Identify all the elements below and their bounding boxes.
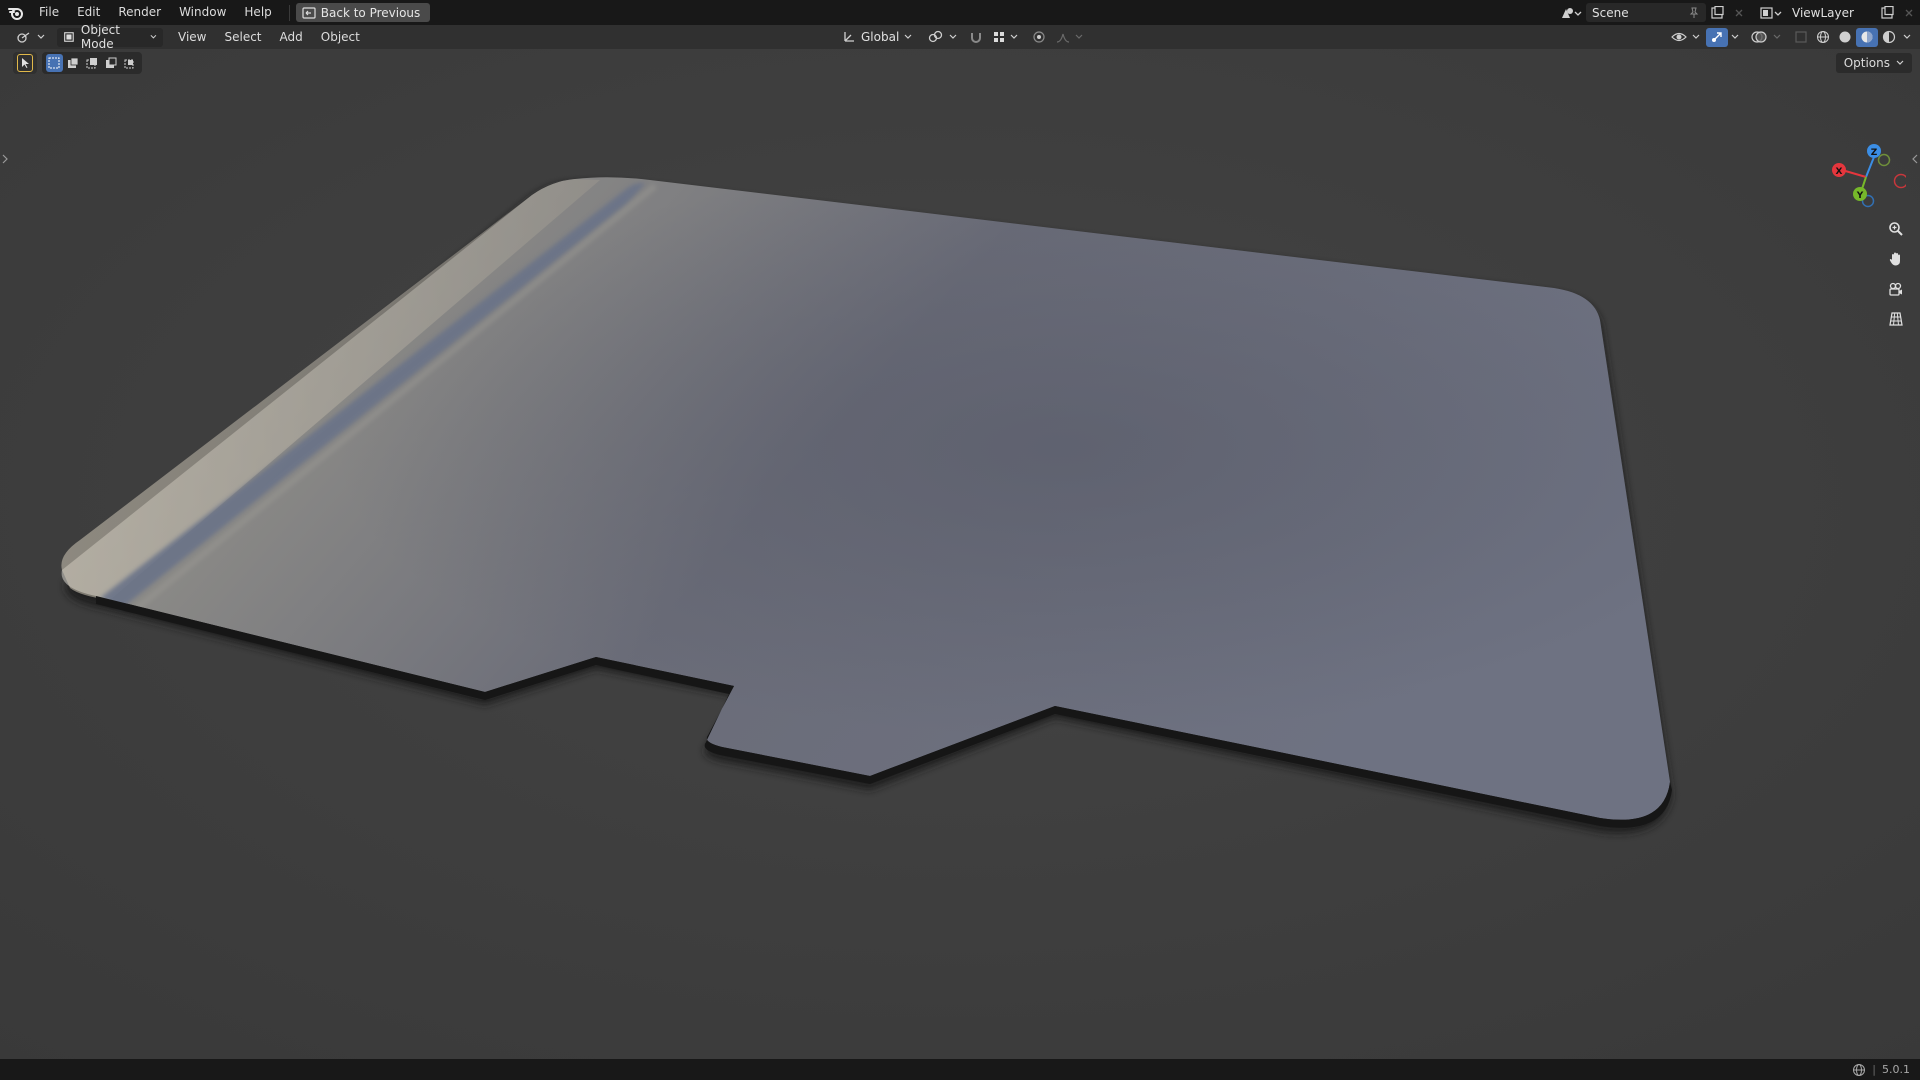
transform-controls: Global [836, 25, 1089, 49]
material-preview-shading-icon[interactable] [1856, 27, 1878, 47]
wireframe-shading-icon[interactable] [1812, 28, 1834, 47]
viewport-scene[interactable] [0, 49, 1920, 1059]
menu-object[interactable]: Object [312, 25, 369, 49]
rendered-shading-icon[interactable] [1878, 28, 1900, 47]
xray-toggle-icon[interactable] [1790, 28, 1812, 47]
eye-icon [1671, 32, 1687, 42]
menu-view[interactable]: View [169, 25, 215, 49]
snap-magnet-icon[interactable] [965, 28, 987, 47]
navigation-gizmo[interactable]: Z X Y [1826, 137, 1906, 217]
shading-options-chevron-icon[interactable] [1900, 28, 1914, 47]
scene-name-field[interactable]: Scene [1586, 3, 1706, 22]
top-menu-bar: File Edit Render Window Help Back to Pre… [0, 0, 1920, 25]
proportional-editing-icon[interactable] [1028, 28, 1050, 47]
select-subtract-icon[interactable] [84, 54, 101, 72]
delete-view-layer-icon[interactable] [1898, 3, 1920, 22]
menu-render[interactable]: Render [109, 0, 170, 25]
3d-viewport-icon [17, 32, 30, 43]
chevron-down-icon [1075, 34, 1083, 39]
scene-name: Scene [1592, 5, 1629, 20]
orientation-axes-icon [844, 32, 854, 42]
selection-mode-group [42, 52, 142, 74]
editor-type-dropdown[interactable] [10, 28, 51, 47]
select-intersect-icon[interactable] [121, 54, 138, 72]
select-tool-group [13, 52, 37, 74]
back-to-previous-button[interactable]: Back to Previous [295, 3, 431, 22]
chevron-down-icon [150, 34, 157, 39]
options-label: Options [1843, 56, 1890, 70]
screen-back-icon [302, 6, 316, 19]
select-extend-icon[interactable] [65, 54, 82, 72]
status-bar: | 5.0.1 [0, 1059, 1920, 1080]
globe-icon[interactable] [1852, 1063, 1866, 1077]
neg-x-axis-ball[interactable] [1893, 173, 1907, 189]
pivot-point-dropdown[interactable] [922, 28, 963, 47]
separator [288, 4, 290, 21]
menu-edit[interactable]: Edit [68, 0, 109, 25]
chevron-down-icon [1010, 34, 1018, 39]
solid-shading-icon[interactable] [1834, 28, 1856, 47]
visibility-dropdown[interactable] [1665, 28, 1706, 47]
toolbar-expand-arrow-icon[interactable] [1, 149, 9, 168]
delete-scene-icon[interactable] [1728, 3, 1750, 22]
select-set-icon[interactable] [46, 54, 63, 72]
viewport-header: Object Mode View Select Add Object Globa… [0, 23, 1920, 51]
chevron-down-icon [37, 34, 45, 39]
pin-icon[interactable] [1688, 7, 1700, 19]
tool-settings-row: Options [0, 49, 1920, 79]
zoom-icon[interactable] [1884, 217, 1908, 241]
ortho-grid-icon[interactable] [1884, 307, 1908, 331]
orientation-label: Global [861, 30, 900, 44]
new-view-layer-icon[interactable] [1876, 3, 1898, 22]
view-layer-selector-icon[interactable] [1756, 3, 1786, 22]
transform-orientation-dropdown[interactable]: Global [836, 28, 918, 47]
object-mode-dropdown[interactable]: Object Mode [57, 23, 163, 51]
scene-selector-icon[interactable] [1556, 3, 1586, 22]
snap-grid-icon [994, 32, 1005, 42]
gizmo-options-chevron-icon[interactable] [1728, 28, 1742, 47]
y-axis-label: Y [1856, 191, 1864, 201]
menu-help[interactable]: Help [235, 0, 280, 25]
menu-add[interactable]: Add [271, 25, 312, 49]
scene-viewlayer-controls: Scene ViewLayer [1556, 0, 1920, 25]
x-axis-label: X [1836, 167, 1843, 177]
pivot-link-icon [929, 30, 943, 43]
camera-icon[interactable] [1884, 277, 1908, 301]
chevron-down-icon [1692, 34, 1700, 39]
status-separator: | [1872, 1063, 1876, 1076]
select-cursor-icon[interactable] [17, 54, 33, 72]
overlays-toggle-icon[interactable] [1748, 28, 1770, 47]
overlays-options-chevron-icon[interactable] [1770, 28, 1784, 47]
navigation-tools [1884, 217, 1908, 337]
chevron-down-icon [904, 34, 912, 39]
chevron-down-icon [1896, 60, 1904, 65]
blender-logo-icon[interactable] [2, 0, 30, 25]
snap-target-dropdown[interactable] [987, 28, 1024, 47]
view-layer-name: ViewLayer [1792, 5, 1854, 20]
falloff-curve-icon [1057, 33, 1070, 43]
neg-y-axis-ball[interactable] [1877, 153, 1891, 167]
viewport-display-controls [1665, 25, 1914, 49]
view-layer-field[interactable]: ViewLayer [1786, 3, 1876, 22]
options-dropdown[interactable]: Options [1835, 53, 1912, 73]
sidebar-expand-arrow-icon[interactable] [1911, 149, 1919, 168]
menu-window[interactable]: Window [170, 0, 235, 25]
blender-version: 5.0.1 [1882, 1063, 1910, 1076]
object-mode-icon [64, 32, 74, 42]
pan-hand-icon[interactable] [1884, 247, 1908, 271]
falloff-dropdown[interactable] [1050, 28, 1089, 47]
new-scene-icon[interactable] [1706, 3, 1728, 22]
select-difference-icon[interactable] [102, 54, 119, 72]
3d-viewport[interactable]: Z X Y [0, 49, 1920, 1059]
menu-select[interactable]: Select [215, 25, 270, 49]
object-mode-label: Object Mode [80, 23, 120, 51]
menu-file[interactable]: File [30, 0, 68, 25]
back-to-previous-label: Back to Previous [320, 5, 421, 20]
chevron-down-icon [949, 34, 957, 39]
gizmo-toggle-icon[interactable] [1706, 27, 1728, 47]
z-axis-label: Z [1871, 148, 1878, 158]
